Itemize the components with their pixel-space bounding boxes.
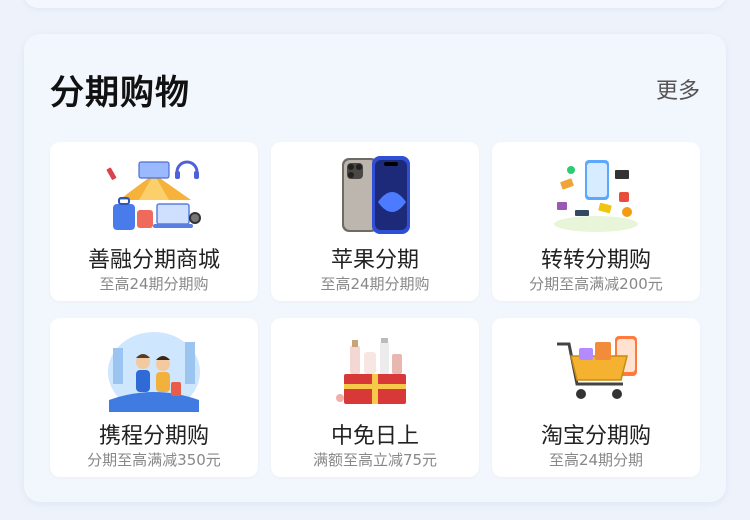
tile-subtitle: 至高24期分期购 [99, 275, 209, 293]
installment-shopping-card: 分期购物 更多 善融分期商城 至高24期分期购 苹果分期 至高24期分期购 转转… [24, 34, 726, 502]
tile-subtitle: 满额至高立减75元 [312, 451, 438, 469]
more-link[interactable]: 更多 [656, 73, 700, 105]
phone-gadgets-icon [554, 160, 638, 232]
merchant-grid: 善融分期商城 至高24期分期购 苹果分期 至高24期分期购 转转分期购 分期至高… [50, 142, 700, 477]
tile-subtitle: 至高24期分期 [548, 451, 644, 469]
merchant-tile-cdf[interactable]: 中免日上 满额至高立减75元 [271, 318, 479, 477]
travelers-icon [108, 332, 200, 412]
tile-name: 转转分期购 [540, 248, 651, 273]
merchant-tile-zhuanzhuan[interactable]: 转转分期购 分期至高满减200元 [492, 142, 700, 301]
tile-name: 携程分期购 [98, 424, 209, 449]
merchant-tile-taobao[interactable]: 淘宝分期购 至高24期分期 [492, 318, 700, 477]
merchant-tile-shanrong[interactable]: 善融分期商城 至高24期分期购 [50, 142, 258, 301]
tile-subtitle: 至高24期分期购 [320, 275, 430, 293]
travel-shopping-icon [106, 160, 201, 230]
tile-name: 淘宝分期购 [540, 424, 651, 449]
tile-name: 苹果分期 [330, 248, 419, 273]
previous-card-edge [24, 0, 726, 8]
shopping-cart-icon [557, 336, 637, 399]
tile-name: 善融分期商城 [87, 248, 220, 273]
cosmetics-gift-icon [336, 338, 406, 404]
tile-subtitle: 分期至高满减200元 [529, 275, 663, 293]
merchant-tile-apple[interactable]: 苹果分期 至高24期分期购 [271, 142, 479, 301]
tile-subtitle: 分期至高满减350元 [87, 451, 221, 469]
tile-name: 中免日上 [330, 424, 419, 449]
card-header: 分期购物 更多 [50, 64, 700, 114]
section-title: 分期购物 [50, 72, 190, 113]
iphone-icon [342, 156, 410, 234]
merchant-tile-ctrip[interactable]: 携程分期购 分期至高满减350元 [50, 318, 258, 477]
